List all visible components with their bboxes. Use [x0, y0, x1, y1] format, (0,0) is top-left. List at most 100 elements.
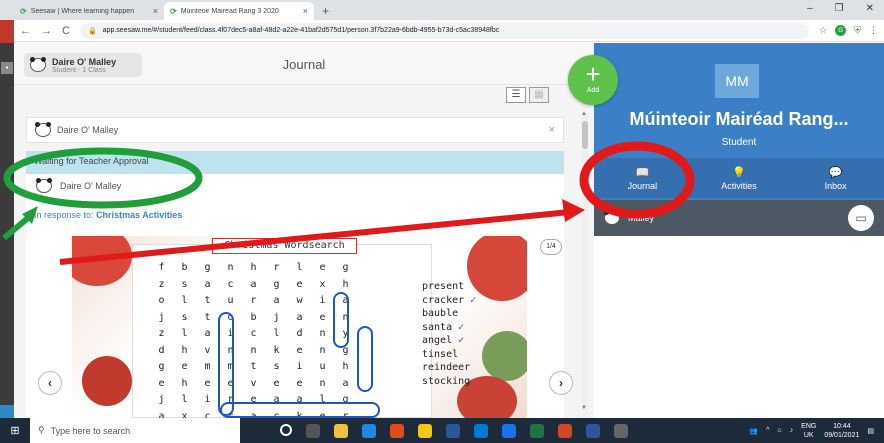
response-link[interactable]: In response to: Christmas Activities	[34, 210, 182, 220]
prev-page-button[interactable]: ‹	[38, 371, 62, 395]
scroll-down-icon[interactable]: ▼	[581, 405, 587, 411]
desktop-icon[interactable]: ▪	[1, 62, 13, 74]
post-image[interactable]: Christmas Wordsearch fbgnhrlegzsacagexho…	[72, 236, 527, 418]
grid-letter: x	[319, 278, 326, 290]
nav-inbox[interactable]: 💬 Inbox	[787, 158, 884, 198]
url-text: app.seesaw.me/#/student/feed/class.4f07d…	[102, 27, 500, 34]
scroll-up-icon[interactable]: ▲	[581, 111, 587, 117]
browser-icon[interactable]	[502, 423, 516, 438]
class-name[interactable]: Múinteoir Mairéad Rang...	[594, 109, 884, 130]
lang-code: ENG	[801, 422, 817, 430]
grid-letter: n	[319, 344, 326, 356]
clock[interactable]: 10:44 09/01/2021	[824, 422, 859, 440]
list-view-icon[interactable]: ☰	[506, 87, 526, 103]
grid-letter: i	[296, 361, 303, 372]
edge-icon[interactable]	[362, 423, 376, 438]
word-list: present cracker ✓ bauble santa ✓ angel ✓ tins…	[422, 280, 476, 388]
grid-letter: a	[158, 410, 165, 419]
nav-journal[interactable]: 📖 Journal	[594, 158, 691, 198]
taskbar-search[interactable]: ⚲ Type here to search	[30, 418, 240, 443]
panda-avatar-icon	[35, 122, 51, 137]
student-filter[interactable]: Daire O' Malley ×	[26, 117, 564, 143]
app-icon[interactable]	[614, 423, 628, 438]
add-button[interactable]: + Add	[568, 55, 618, 105]
add-label: Add	[586, 87, 600, 94]
nav-activities[interactable]: 💡 Activities	[691, 158, 788, 198]
grid-letter: h	[250, 262, 257, 273]
star-icon[interactable]: ☆	[819, 25, 827, 36]
folder-icon[interactable]: ▭	[848, 205, 874, 231]
grid-letter: e	[296, 278, 303, 290]
excel-icon[interactable]	[530, 423, 544, 438]
shield-extension-icon[interactable]: ⛨	[854, 25, 861, 36]
file-explorer-icon[interactable]	[334, 423, 348, 438]
panda-avatar-icon	[604, 210, 620, 225]
new-tab-button[interactable]: +	[314, 2, 337, 20]
desktop-strip	[0, 43, 14, 418]
scrollbar[interactable]	[582, 115, 588, 418]
menu-icon[interactable]: ⋮	[869, 25, 878, 36]
grid-letter: v	[250, 377, 257, 389]
circled-word	[357, 326, 373, 392]
grid-letter: b	[181, 262, 188, 273]
language-indicator[interactable]: ENG UK	[801, 422, 816, 440]
grid-letter: c	[227, 278, 234, 290]
chevron-up-icon[interactable]: ^	[766, 427, 769, 434]
grid-letter: s	[181, 311, 188, 323]
tab-title: Seesaw | Where learning happen	[30, 7, 135, 15]
reload-icon[interactable]: C	[62, 25, 70, 37]
close-window-icon[interactable]: ✕	[866, 3, 874, 14]
restore-icon[interactable]: ❐	[835, 3, 844, 14]
word-item: santa ✓	[422, 321, 465, 333]
student-row[interactable]: Malley ▭	[594, 200, 884, 236]
grid-letter: e	[296, 377, 303, 389]
clear-filter-icon[interactable]: ×	[549, 124, 555, 136]
system-tray: 👥 ^ ⌂ ♪ ENG UK 10:44 09/01/2021 ▤	[749, 422, 884, 440]
forward-icon[interactable]: →	[41, 25, 52, 37]
close-tab-icon[interactable]: ×	[153, 6, 158, 16]
back-icon[interactable]: ←	[20, 25, 31, 37]
grid-view-icon[interactable]: ▦	[529, 87, 549, 103]
network-icon[interactable]: ⌂	[777, 427, 781, 434]
volume-icon[interactable]: ♪	[790, 427, 794, 434]
grid-letter: e	[181, 361, 188, 372]
task-view-icon[interactable]	[306, 423, 320, 438]
tab-class[interactable]: ⟳ Múinteoir Mairéad Rang 3 2020 ×	[164, 2, 314, 20]
next-page-button[interactable]: ›	[549, 371, 573, 395]
cortana-icon[interactable]	[280, 423, 292, 436]
scrollbar-thumb[interactable]	[582, 121, 588, 149]
word-icon[interactable]	[446, 423, 460, 438]
close-tab-icon[interactable]: ×	[303, 6, 308, 16]
book-icon: 📖	[635, 166, 650, 179]
windows-start-icon[interactable]: ⊞	[0, 424, 30, 437]
notifications-icon[interactable]: ▤	[867, 427, 874, 435]
grid-letter: b	[250, 311, 257, 323]
grid-letter: l	[296, 262, 303, 273]
grid-letter: e	[296, 344, 303, 356]
url-field[interactable]: 🔒 app.seesaw.me/#/student/feed/class.4f0…	[79, 22, 810, 39]
minimize-icon[interactable]: –	[807, 3, 813, 14]
grid-letter: l	[181, 394, 188, 405]
grid-letter: d	[158, 344, 165, 356]
role-label: Student	[721, 137, 757, 148]
circled-word	[218, 312, 234, 416]
store-icon[interactable]	[418, 423, 432, 438]
powerpoint-icon[interactable]	[558, 423, 572, 438]
mail-icon[interactable]	[474, 423, 488, 438]
profile-extension-icon[interactable]: G	[835, 25, 847, 36]
word-item: angel ✓	[422, 335, 465, 346]
people-icon[interactable]: 👥	[749, 427, 758, 435]
response-title: Christmas Activities	[96, 210, 183, 220]
word-doc-icon[interactable]	[586, 423, 600, 438]
grid-letter: o	[158, 295, 165, 306]
grid-letter: n	[227, 262, 234, 273]
chrome-icon[interactable]	[390, 423, 404, 438]
grid-letter: t	[204, 311, 211, 323]
taskbar-apps	[280, 423, 628, 438]
window-controls: – ❐ ✕	[807, 3, 874, 14]
filter-name: Daire O' Malley	[57, 125, 119, 135]
grid-letter: l	[181, 295, 188, 306]
tab-seesaw[interactable]: ⟳ Seesaw | Where learning happen ×	[14, 2, 164, 20]
grid-letter: i	[204, 394, 211, 405]
word-item: cracker ✓	[422, 294, 477, 306]
